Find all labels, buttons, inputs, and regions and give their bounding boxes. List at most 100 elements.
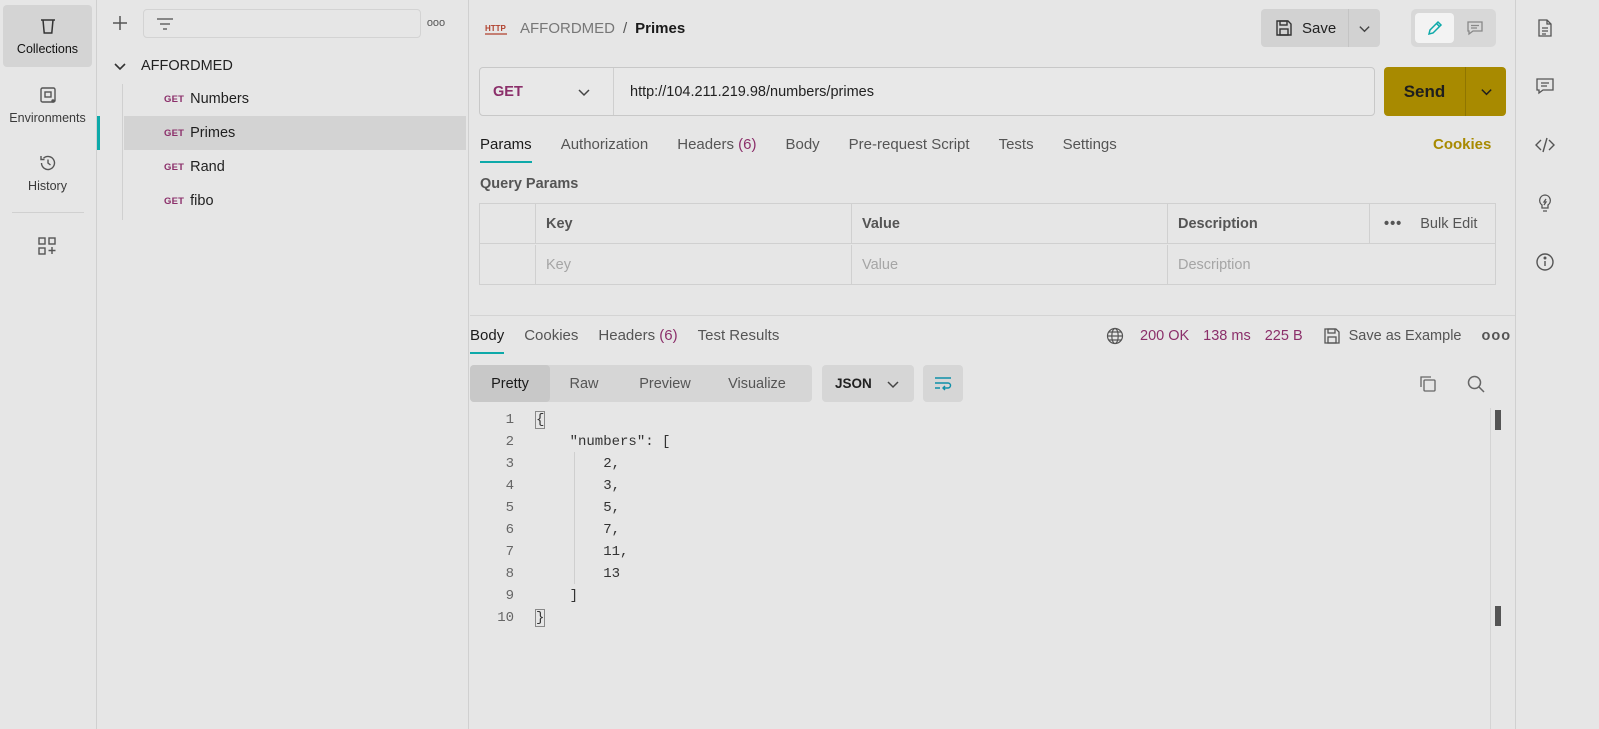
search-icon[interactable] [1466, 374, 1486, 394]
tab-label: Headers [598, 327, 656, 344]
info-icon[interactable] [1535, 252, 1555, 272]
response-tab-test-results[interactable]: Test Results [698, 327, 780, 357]
right-context-rail [1515, 0, 1599, 729]
rail-collections-label: Collections [16, 42, 79, 56]
globe-icon[interactable] [1106, 327, 1124, 345]
save-as-example-label: Save as Example [1348, 328, 1462, 344]
tab-settings[interactable]: Settings [1063, 136, 1117, 166]
tab-params[interactable]: Params [480, 136, 532, 166]
response-tab-body[interactable]: Body [470, 327, 505, 357]
method-badge: GET [164, 195, 185, 207]
response-divider[interactable] [470, 315, 1515, 316]
format-pretty[interactable]: Pretty [470, 365, 550, 402]
more-icon: ooo [426, 17, 446, 29]
line-number: 5 [505, 500, 514, 516]
code-line: { [534, 411, 546, 429]
url-bar: GET http://104.211.219.98/numbers/primes [479, 67, 1375, 116]
response-tab-headers[interactable]: Headers (6) [598, 327, 677, 357]
comments-icon[interactable] [1535, 76, 1555, 96]
key-input[interactable]: Key [535, 245, 851, 285]
response-time[interactable]: 138 ms [1203, 328, 1251, 344]
language-select[interactable]: JSON [822, 365, 914, 402]
sidebar-more-button[interactable]: ooo [423, 14, 449, 32]
left-nav-rail: Collections Environments History [0, 0, 97, 729]
column-header-key: Key [535, 204, 851, 243]
table-header-row: Key Value Description ••• Bulk Edit [480, 204, 1495, 244]
line-number: 4 [505, 478, 514, 494]
column-header-value: Value [851, 204, 1167, 243]
breadcrumb-parent[interactable]: AFFORDMED [520, 20, 615, 37]
breadcrumb-current[interactable]: Primes [635, 20, 685, 37]
query-params-title: Query Params [480, 176, 579, 192]
new-collection-button[interactable] [109, 12, 131, 34]
tab-authorization[interactable]: Authorization [561, 136, 649, 166]
request-item-fibo[interactable]: GET fibo [124, 184, 466, 218]
documentation-icon[interactable] [1535, 18, 1555, 38]
rail-environments[interactable]: Environments [3, 74, 92, 136]
wrap-lines-button[interactable] [923, 365, 963, 402]
send-dropdown-button[interactable] [1466, 85, 1506, 98]
description-input[interactable]: Description [1167, 245, 1496, 285]
code-line: 11, [536, 544, 629, 560]
save-dropdown-button[interactable] [1349, 22, 1380, 35]
code-icon[interactable] [1535, 135, 1555, 155]
request-workspace: HTTP AFFORDMED / Primes Save GET http://… [470, 0, 1515, 729]
comment-mode-button[interactable] [1456, 13, 1493, 43]
status-code[interactable]: 200 OK [1140, 328, 1189, 344]
view-mode-switch [1411, 9, 1496, 47]
copy-icon[interactable] [1418, 374, 1438, 394]
response-size[interactable]: 225 B [1265, 328, 1303, 344]
request-item-rand[interactable]: GET Rand [124, 150, 466, 184]
code-line: 3, [536, 478, 621, 494]
save-as-example-button[interactable]: Save as Example [1323, 327, 1462, 345]
tab-label: Settings [1062, 136, 1117, 153]
tab-label: Authorization [560, 136, 649, 153]
rail-collections[interactable]: Collections [3, 5, 92, 67]
value-input[interactable]: Value [851, 245, 1167, 285]
save-button-group: Save [1261, 9, 1380, 47]
editor-scrollbar-track[interactable] [1490, 408, 1491, 729]
query-params-table: Key Value Description ••• Bulk Edit Key … [479, 203, 1496, 285]
code-line: ] [536, 588, 579, 604]
request-name: Primes [190, 125, 236, 141]
save-button[interactable]: Save [1261, 9, 1349, 47]
tab-tests[interactable]: Tests [999, 136, 1034, 166]
format-visualize[interactable]: Visualize [712, 365, 802, 402]
selection-indicator [97, 116, 100, 150]
cookies-link[interactable]: Cookies [1433, 136, 1491, 153]
rail-history[interactable]: History [3, 142, 92, 204]
format-raw[interactable]: Raw [550, 365, 618, 402]
response-body-editor[interactable]: 1 { 2 "numbers": [ 3 2, 4 3, 5 5, 6 7, 7… [470, 408, 1501, 729]
format-preview[interactable]: Preview [618, 365, 712, 402]
tab-headers[interactable]: Headers (6) [677, 136, 756, 166]
collection-affordmed[interactable]: AFFORDMED [113, 54, 233, 78]
save-label: Save [1302, 19, 1337, 37]
tab-pre-request-script[interactable]: Pre-request Script [849, 136, 970, 166]
tab-label: Tests [998, 136, 1034, 153]
line-number: 10 [497, 610, 514, 626]
line-number: 7 [505, 544, 514, 560]
send-button[interactable]: Send [1384, 67, 1466, 116]
code-text: } [534, 609, 546, 627]
add-widget-icon[interactable] [37, 236, 57, 256]
response-meta: 200 OK 138 ms 225 B Save as Example ooo [1106, 325, 1511, 347]
format-selector: Pretty Raw Preview Visualize [470, 365, 812, 402]
code-line: } [534, 609, 546, 627]
tab-label: Body [785, 136, 820, 153]
more-icon[interactable]: ooo [1481, 328, 1511, 344]
more-icon[interactable]: ••• [1384, 216, 1402, 232]
code-line: 5, [536, 500, 621, 516]
bulk-edit-button[interactable]: ••• Bulk Edit [1369, 204, 1495, 244]
request-item-numbers[interactable]: GET Numbers [124, 82, 466, 116]
response-tab-cookies[interactable]: Cookies [524, 327, 578, 357]
request-item-primes[interactable]: GET Primes [124, 116, 466, 150]
filter-input[interactable] [143, 9, 421, 38]
breadcrumb: HTTP AFFORDMED / Primes [484, 16, 685, 40]
lightbulb-icon[interactable] [1535, 193, 1555, 213]
code-line: 7, [536, 522, 621, 538]
method-select[interactable]: GET [480, 68, 614, 115]
url-input[interactable]: http://104.211.219.98/numbers/primes [630, 68, 874, 115]
request-tabs: Params Authorization Headers (6) Body Pr… [480, 136, 1146, 166]
tab-body[interactable]: Body [785, 136, 819, 166]
edit-mode-button[interactable] [1415, 13, 1454, 43]
